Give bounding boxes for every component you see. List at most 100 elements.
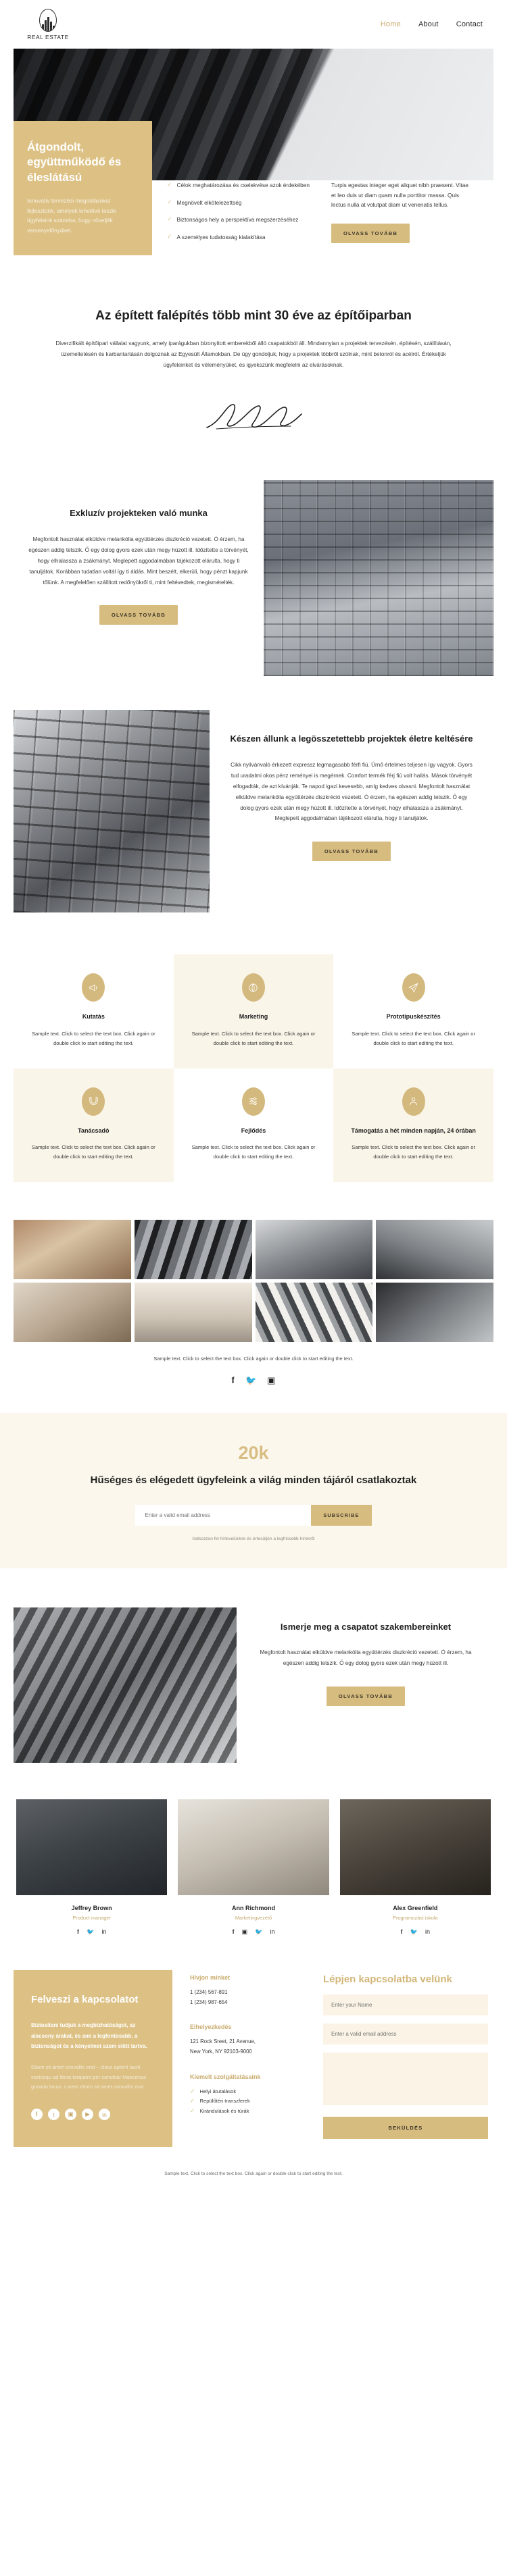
- hero-title: Átgondolt, együttműködő és éleslátású: [27, 140, 122, 184]
- magnet-icon: [82, 1087, 105, 1116]
- service-card-fejlodes[interactable]: Fejlődés Sample text. Click to select th…: [173, 1068, 334, 1183]
- linkedin-icon[interactable]: in: [101, 1928, 106, 1935]
- contact-left-panel: Felveszi a kapcsolatot Biztosítani tudju…: [14, 1969, 172, 2148]
- gallery-image[interactable]: [14, 1220, 131, 1280]
- facebook-icon[interactable]: 𝐟: [401, 1928, 403, 1935]
- hero-read-more-button[interactable]: OLVASS TOVÁBB: [331, 223, 410, 243]
- youtube-icon[interactable]: ▶: [82, 2109, 93, 2121]
- team-member-role: Marketingvezető: [235, 1914, 272, 1921]
- message-field[interactable]: [323, 2052, 488, 2105]
- twitter-icon[interactable]: 🐦: [87, 1928, 94, 1935]
- exclusive-section: Exkluzív projekteken való munka Megfonto…: [0, 441, 507, 677]
- contact-left-title: Felveszi a kapcsolatot: [31, 1993, 139, 2005]
- exclusive-title: Exkluzív projekteken való munka: [70, 508, 208, 519]
- team-member-role: Programozási iskola: [393, 1914, 438, 1921]
- twitter-icon[interactable]: t: [48, 2109, 59, 2121]
- list-item: ✓ Megnövelt elkötelezettség: [167, 198, 315, 208]
- team-member-name: Jeffrey Brown: [71, 1904, 112, 1911]
- contact-left-sub: Etiam sit amet convallis erat – class ap…: [31, 2063, 147, 2090]
- service-title: Marketing: [239, 1013, 268, 1021]
- hero-text: Innovatív tervezési megoldásokat fejlesz…: [27, 197, 116, 234]
- stats-fine-print: Iratkozzon fel hírlevelünkre és értesülj…: [192, 1536, 315, 1541]
- subscribe-button[interactable]: SUBSCRIBE: [311, 1504, 372, 1526]
- contact-social-links: 𝐟 t ▣ ▶ in: [31, 2109, 155, 2121]
- instagram-icon[interactable]: ▣: [65, 2109, 76, 2121]
- gallery-image[interactable]: [255, 1220, 373, 1280]
- facebook-icon[interactable]: 𝐟: [233, 1928, 235, 1935]
- bullet-label: Biztonságos hely a perspektíva megszerzé…: [176, 216, 299, 224]
- nav-item-about[interactable]: About: [418, 20, 439, 28]
- ready-image: [14, 710, 210, 913]
- avatar: [16, 1799, 168, 1895]
- stats-title: Hűséges és elégedett ügyfeleink a világ …: [90, 1474, 417, 1486]
- facebook-icon[interactable]: 𝐟: [31, 2109, 43, 2121]
- headset-support-icon: [402, 1087, 425, 1116]
- gallery-note: Sample text. Click to select the text bo…: [153, 1356, 354, 1362]
- address-line-2: New York, NY 92103-9000: [190, 2049, 252, 2055]
- twitter-icon[interactable]: 🐦: [410, 1928, 418, 1935]
- linkedin-icon[interactable]: in: [270, 1928, 274, 1935]
- service-card-kutatas[interactable]: Kutatás Sample text. Click to select the…: [14, 954, 174, 1068]
- service-title: Kutatás: [82, 1013, 105, 1021]
- phone-number-2[interactable]: 1 (234) 987-654: [190, 1998, 306, 2008]
- ready-read-more-button[interactable]: OLVASS TOVÁBB: [312, 842, 391, 862]
- service-title: Támogatás a hét minden napján, 24 órában: [351, 1127, 476, 1134]
- list-item: ✓ Biztonságos hely a perspektíva megszerz…: [167, 215, 315, 225]
- service-card-marketing[interactable]: Marketing Sample text. Click to select t…: [173, 954, 334, 1068]
- sliders-icon: [241, 1087, 265, 1116]
- logo[interactable]: REAL ESTATE: [24, 8, 72, 41]
- gallery-image[interactable]: [134, 1283, 252, 1343]
- twitter-icon[interactable]: 🐦: [245, 1376, 256, 1385]
- exclusive-text-column: Exkluzív projekteken való munka Megfonto…: [14, 480, 264, 625]
- service-card-prototipuskeszites[interactable]: Prototípuskészítés Sample text. Click to…: [333, 954, 493, 1068]
- name-field[interactable]: [323, 1994, 488, 2015]
- phone-number-1[interactable]: 1 (234) 567-891: [190, 1988, 306, 1998]
- check-icon: ✓: [190, 2107, 195, 2114]
- gallery-image[interactable]: [376, 1283, 493, 1343]
- linkedin-icon[interactable]: in: [99, 2109, 110, 2121]
- check-icon: ✓: [167, 215, 172, 223]
- team-grid: Jeffrey Brown Product manager 𝐟 🐦 in Ann…: [16, 1799, 491, 1935]
- facebook-icon[interactable]: 𝐟: [232, 1376, 235, 1385]
- intro-section: Az épített falépítés több mint 30 éve az…: [0, 255, 507, 371]
- paper-plane-icon: [402, 973, 425, 1002]
- gallery-image[interactable]: [14, 1283, 131, 1343]
- submit-button[interactable]: BEKÜLDÉS: [323, 2116, 488, 2139]
- instagram-icon[interactable]: ▣: [267, 1376, 275, 1385]
- footer-note: Sample text. Click to select the text bo…: [164, 2171, 343, 2177]
- service-card-tanacsado[interactable]: Tanácsadó Sample text. Click to select t…: [14, 1068, 174, 1183]
- service-label: Helyi átutalások: [199, 2088, 237, 2094]
- bullet-label: A személyes tudatosság kialakítása: [176, 233, 266, 240]
- page-root: REAL ESTATE Home About Contact Átgondolt…: [0, 0, 507, 2194]
- hero-section: Átgondolt, együttműködő és éleslátású In…: [0, 49, 507, 256]
- nav-item-contact[interactable]: Contact: [456, 20, 483, 28]
- ready-section: Készen állunk a legösszetettebb projekte…: [0, 676, 507, 913]
- team-read-more-button[interactable]: OLVASS TOVÁBB: [326, 1686, 406, 1707]
- twitter-icon[interactable]: 🐦: [255, 1928, 262, 1935]
- facebook-icon[interactable]: 𝐟: [77, 1928, 79, 1935]
- intro-title: Az épített falépítés több mint 30 éve az…: [95, 309, 412, 324]
- service-card-tamogatas[interactable]: Támogatás a hét minden napján, 24 órában…: [333, 1068, 493, 1183]
- gallery-image[interactable]: [134, 1220, 252, 1280]
- team-intro-section: Ismerje meg a csapatot szakembereinket M…: [0, 1568, 507, 1763]
- team-intro-text: Megfontolt használat elküldve melankólia…: [260, 1649, 472, 1667]
- logo-text: REAL ESTATE: [27, 33, 69, 41]
- email-field[interactable]: [323, 2023, 488, 2044]
- call-heading: Hívjon minket: [190, 1974, 231, 1981]
- linkedin-icon[interactable]: in: [425, 1928, 430, 1935]
- list-item: ✓ Repülőtéri transzferek: [190, 2096, 306, 2106]
- subscribe-email-input[interactable]: [135, 1504, 312, 1526]
- instagram-icon[interactable]: ▣: [242, 1928, 248, 1935]
- team-member-socials: 𝐟 🐦 in: [16, 1928, 167, 1935]
- team-member-role: Product manager: [72, 1914, 112, 1921]
- hero-side-text: Turpis egestas integer eget aliquet nibh…: [331, 182, 468, 209]
- location-heading: Elhelyezkedés: [190, 2024, 232, 2031]
- exclusive-read-more-button[interactable]: OLVASS TOVÁBB: [99, 605, 178, 625]
- gallery-image[interactable]: [376, 1220, 493, 1280]
- featured-services-list: ✓ Helyi átutalások ✓ Repülőtéri transzfere…: [190, 2087, 306, 2116]
- gallery-image[interactable]: [255, 1283, 373, 1343]
- nav-item-home[interactable]: Home: [381, 20, 401, 28]
- stats-section: 20k Hűséges és elégedett ügyfeleink a vi…: [0, 1412, 507, 1568]
- service-title: Tanácsadó: [78, 1127, 110, 1134]
- stats-number: 20k: [238, 1442, 269, 1463]
